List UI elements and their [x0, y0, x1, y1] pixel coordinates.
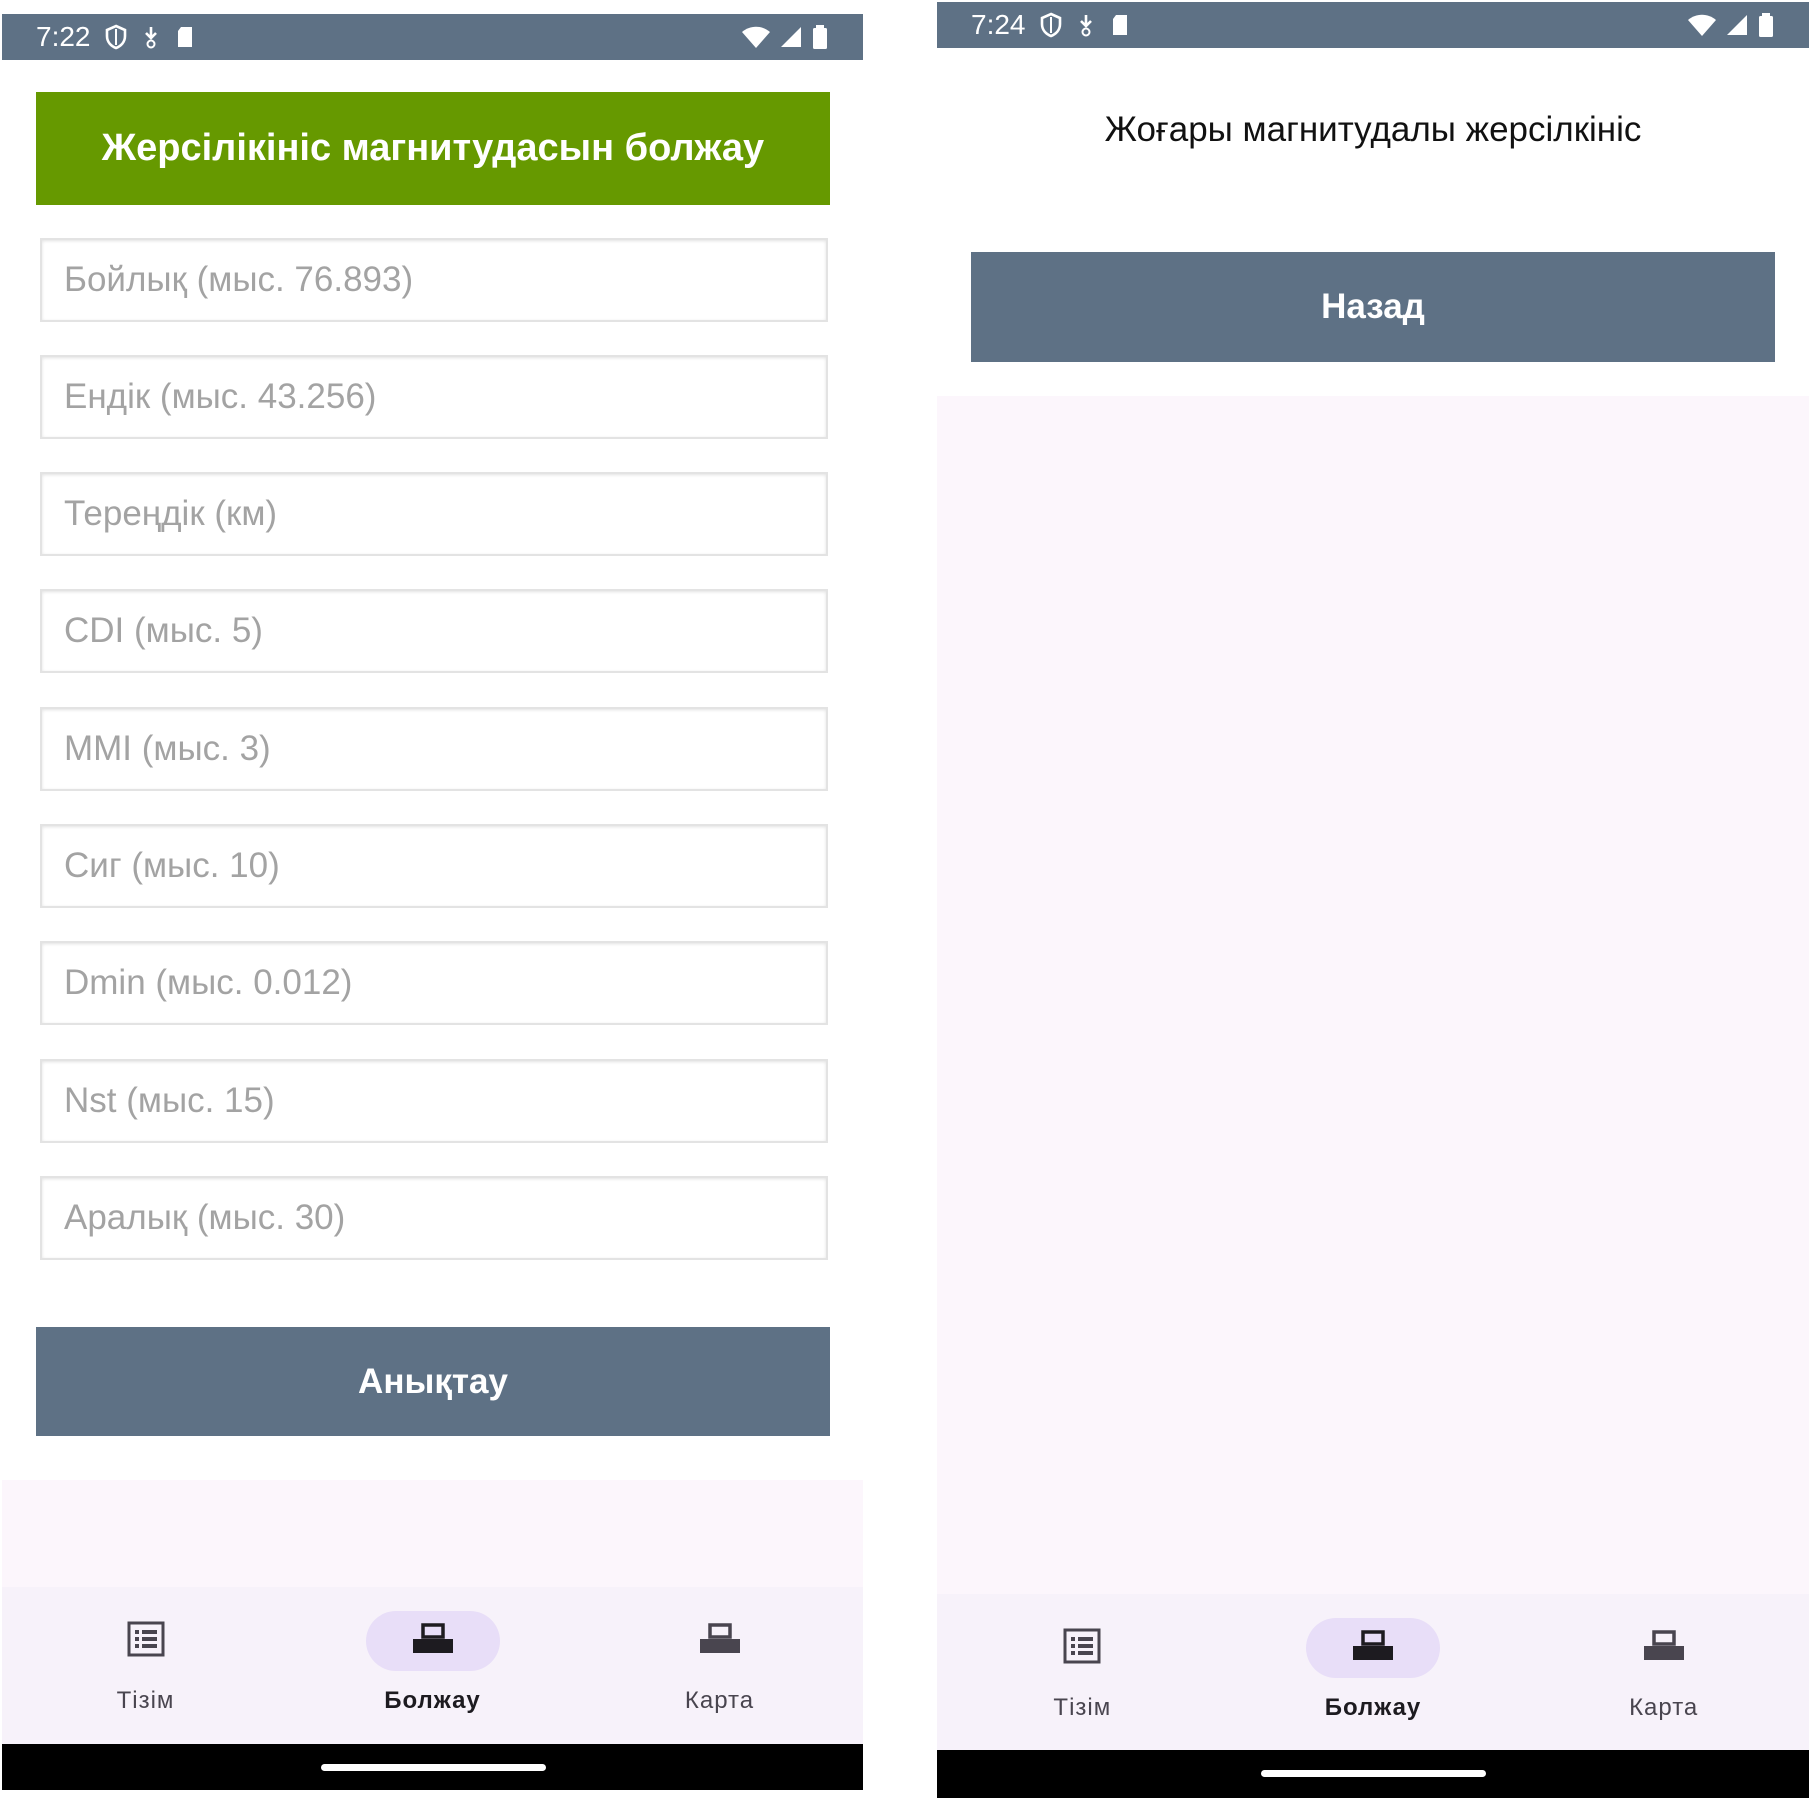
nav-active-pill — [1306, 1618, 1440, 1678]
nav-item-map[interactable]: Карта — [576, 1587, 863, 1744]
prediction-form-screen: 7:22 Жерсілікініс магнитудасын болжау Бо… — [2, 14, 863, 1790]
nav-item-predict[interactable]: Болжау — [289, 1587, 576, 1744]
dmin-field[interactable] — [40, 941, 828, 1025]
nst-field[interactable] — [40, 1059, 828, 1143]
nav-label-list: Тізім — [116, 1687, 175, 1714]
home-indicator[interactable] — [1261, 1770, 1486, 1777]
status-time: 7:22 — [36, 21, 91, 52]
cdi-field[interactable] — [40, 589, 828, 673]
nav-label-predict: Болжау — [1324, 1694, 1422, 1721]
nav-icon-container — [1015, 1618, 1149, 1678]
battery-icon — [811, 24, 829, 50]
nav-item-list[interactable]: Тізім — [937, 1594, 1228, 1751]
shield-icon — [105, 24, 127, 50]
determine-button[interactable]: Анықтау — [36, 1327, 830, 1436]
nav-label-predict: Болжау — [384, 1687, 481, 1714]
latitude-field[interactable] — [40, 355, 828, 439]
printer-icon — [411, 1622, 455, 1660]
printer-icon — [1642, 1629, 1686, 1667]
longitude-field[interactable] — [40, 238, 828, 322]
gesture-bar — [937, 1750, 1809, 1798]
sd-card-icon — [1110, 13, 1130, 37]
latitude-input[interactable] — [64, 357, 826, 437]
bottom-navigation: Тізім Болжау Карта — [937, 1594, 1809, 1751]
depth-input[interactable] — [64, 474, 826, 554]
list-icon — [127, 1621, 165, 1662]
longitude-input[interactable] — [64, 240, 826, 320]
mmi-field[interactable] — [40, 707, 828, 791]
nav-label-map: Карта — [684, 1687, 755, 1714]
nav-label-map: Карта — [1629, 1694, 1699, 1721]
nst-input[interactable] — [64, 1061, 826, 1141]
bottom-navigation: Тізім Болжау Карта — [2, 1587, 863, 1744]
prediction-result-text: Жоғары магнитудалы жерсілкініс — [1104, 110, 1642, 149]
home-indicator[interactable] — [320, 1764, 546, 1771]
gap-field[interactable] — [40, 1176, 828, 1260]
nav-item-map[interactable]: Карта — [1518, 1594, 1809, 1751]
nav-item-predict[interactable]: Болжау — [1228, 1594, 1519, 1751]
gap-input[interactable] — [64, 1178, 826, 1258]
signal-icon — [1725, 13, 1749, 37]
battery-icon — [1757, 12, 1775, 38]
nav-label-list: Тізім — [1053, 1694, 1112, 1721]
nav-icon-container — [653, 1611, 787, 1671]
page-title: Жерсілікініс магнитудасын болжау — [36, 92, 830, 205]
nav-icon-container — [79, 1611, 213, 1671]
wifi-icon — [1687, 13, 1717, 37]
status-bar: 7:24 — [937, 2, 1809, 48]
cdi-input[interactable] — [64, 591, 826, 671]
gesture-bar — [2, 1744, 863, 1790]
download-icon — [1076, 13, 1096, 37]
sig-field[interactable] — [40, 824, 828, 908]
nav-icon-container — [1597, 1618, 1731, 1678]
wifi-icon — [741, 25, 771, 49]
nav-item-list[interactable]: Тізім — [2, 1587, 289, 1744]
prediction-result-screen: 7:24 Жоғары магнитудалы жерсілкініс Наза… — [937, 2, 1809, 1798]
list-icon — [1063, 1628, 1101, 1669]
sd-card-icon — [175, 25, 195, 49]
signal-icon — [779, 25, 803, 49]
mmi-input[interactable] — [64, 709, 826, 789]
nav-active-pill — [365, 1611, 500, 1671]
status-time: 7:24 — [971, 9, 1026, 40]
download-icon — [141, 25, 161, 49]
shield-icon — [1040, 12, 1062, 38]
printer-icon — [1351, 1629, 1395, 1667]
sig-input[interactable] — [64, 826, 826, 906]
status-bar: 7:22 — [2, 14, 863, 60]
printer-icon — [698, 1622, 742, 1660]
depth-field[interactable] — [40, 472, 828, 556]
dmin-input[interactable] — [64, 943, 826, 1023]
back-button[interactable]: Назад — [971, 252, 1775, 362]
